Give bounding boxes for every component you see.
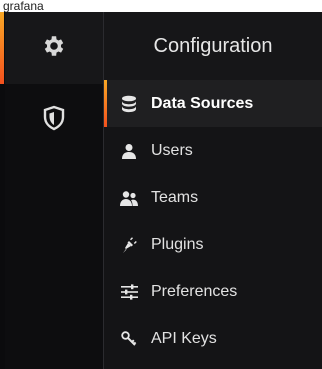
shield-icon [42,105,66,136]
menu-item-preferences[interactable]: Preferences [104,268,322,315]
menu-label: API Keys [151,329,217,347]
menu-item-teams[interactable]: Teams [104,174,322,221]
gear-icon [41,33,67,64]
user-icon [120,142,138,160]
key-icon [120,330,138,348]
plug-icon [120,236,138,254]
menu-label: Data Sources [151,94,254,112]
active-indicator [0,12,4,84]
window-caption: grafana [3,0,44,12]
rail-item-configuration[interactable] [0,12,103,84]
menu-label: Preferences [151,282,238,300]
rail-item-server-admin[interactable] [5,84,103,156]
menu-label: Teams [151,188,199,206]
configuration-panel: Configuration Data Sources Users Teams P… [104,12,322,369]
menu-label: Plugins [151,235,204,253]
side-rail [0,12,104,369]
configuration-menu: Data Sources Users Teams Plugins Prefere… [104,80,322,362]
menu-item-api-keys[interactable]: API Keys [104,315,322,362]
menu-item-data-sources[interactable]: Data Sources [104,80,322,127]
menu-item-users[interactable]: Users [104,127,322,174]
menu-label: Users [151,141,193,159]
sliders-icon [120,283,138,301]
users-icon [120,189,138,207]
app-frame: Configuration Data Sources Users Teams P… [0,12,322,369]
panel-title: Configuration [104,12,322,80]
database-icon [120,95,138,113]
menu-item-plugins[interactable]: Plugins [104,221,322,268]
